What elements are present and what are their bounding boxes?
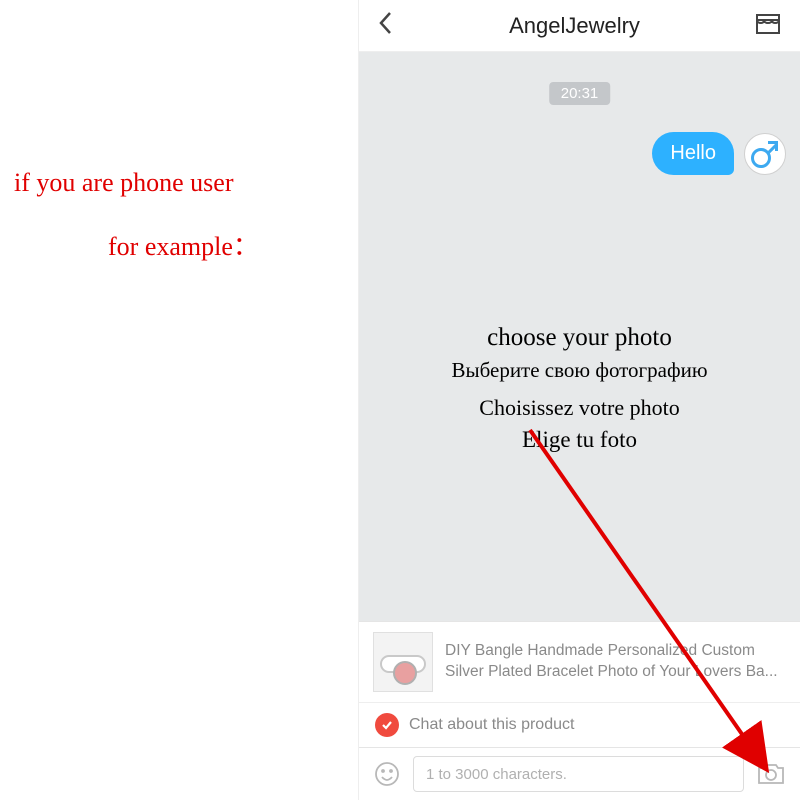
chat-title: AngelJewelry	[509, 13, 640, 39]
product-title-line2: Silver Plated Bracelet Photo of Your Lov…	[445, 663, 778, 680]
product-thumbnail	[373, 632, 433, 692]
chat-header: AngelJewelry	[359, 0, 800, 52]
message-bubble[interactable]: Hello	[652, 132, 734, 175]
smiley-icon[interactable]	[371, 758, 403, 790]
overlay-instructions: choose your photo Выберите свою фотограф…	[359, 324, 800, 453]
male-symbol-icon	[751, 140, 779, 168]
camera-icon[interactable]	[754, 757, 788, 791]
avatar[interactable]	[744, 133, 786, 175]
product-preview-row[interactable]: DIY Bangle Handmade Personalized Custom …	[359, 621, 800, 702]
overlay-en: choose your photo	[359, 324, 800, 352]
message-input[interactable]	[413, 756, 744, 792]
timestamp-pill: 20:31	[549, 82, 611, 105]
shop-icon[interactable]	[754, 10, 782, 41]
overlay-fr: Choisissez votre photo	[359, 395, 800, 421]
chat-about-label: Chat about this product	[409, 716, 574, 734]
annotation-line-1: if you are phone user	[14, 168, 233, 198]
product-title: DIY Bangle Handmade Personalized Custom …	[445, 641, 786, 683]
check-circle-icon[interactable]	[375, 713, 399, 737]
chat-about-row[interactable]: Chat about this product	[359, 702, 800, 747]
overlay-ru: Выберите свою фотографию	[359, 358, 800, 383]
product-title-line1: DIY Bangle Handmade Personalized Custom	[445, 642, 755, 659]
phone-frame: AngelJewelry 20:31 Hello choose your pho…	[358, 0, 800, 800]
chat-messages-area[interactable]: 20:31 Hello choose your photo Выберите с…	[359, 52, 800, 621]
message-input-bar	[359, 747, 800, 800]
overlay-es: Elige tu foto	[359, 427, 800, 453]
back-chevron-icon[interactable]	[377, 10, 395, 41]
message-row: Hello	[652, 132, 786, 175]
annotation-line-2: for example：	[108, 226, 259, 263]
